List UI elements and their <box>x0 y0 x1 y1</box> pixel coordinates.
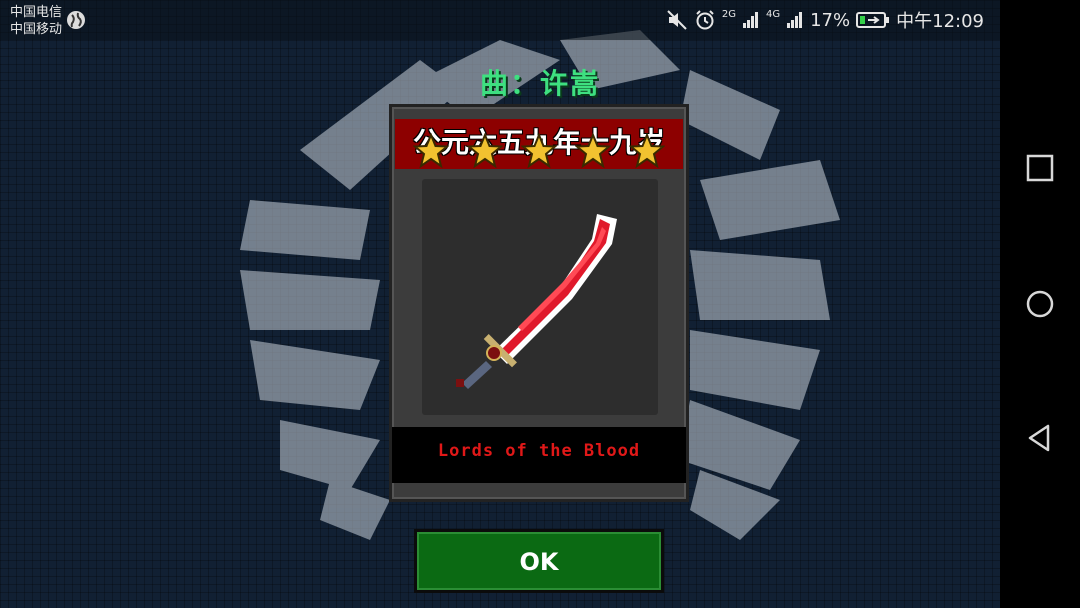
carrier-2: 中国移动 <box>10 22 63 37</box>
sword-icon <box>456 214 617 389</box>
star-icon <box>629 133 665 169</box>
clock: 中午12:09 <box>896 11 984 32</box>
star-icon <box>467 133 503 169</box>
status-bar: 中国电信 中国移动 2G 4G 17% 中午12:09 <box>0 0 1000 40</box>
network-type-1: 2G <box>721 8 736 20</box>
signal-icon-1 <box>742 12 758 28</box>
star-icon <box>521 133 557 169</box>
mute-icon <box>667 10 687 30</box>
square-icon[interactable] <box>1024 152 1056 184</box>
battery-percent: 17% <box>810 9 851 31</box>
ok-button[interactable]: OK <box>414 529 664 593</box>
music-credit: 曲：许嵩 <box>479 67 600 100</box>
globe-icon <box>67 11 85 29</box>
carrier-info: 中国电信 中国移动 <box>10 4 62 38</box>
item-dialog: 公元六五九年十九岁 Lords of the Blood <box>389 104 689 502</box>
signal-icon-2 <box>787 12 803 28</box>
item-frame <box>422 179 658 415</box>
ok-button-label: OK <box>519 548 559 576</box>
battery-charging-icon <box>856 12 890 28</box>
item-name: Lords of the Blood <box>437 441 641 461</box>
network-type-2: 4G <box>765 8 781 20</box>
star-icon <box>575 133 611 169</box>
carrier-1: 中国电信 <box>10 5 63 20</box>
star-icon <box>413 133 449 169</box>
alarm-icon <box>696 10 714 30</box>
navigation-bar <box>1000 0 1080 608</box>
status-icons: 2G 4G 17% 中午12:09 <box>666 8 984 32</box>
item-name-band: Lords of the Blood <box>392 427 686 483</box>
triangle-back-icon[interactable] <box>1024 422 1056 454</box>
title-band: 公元六五九年十九岁 <box>395 119 683 169</box>
rating-stars <box>413 133 673 169</box>
circle-icon[interactable] <box>1024 288 1056 320</box>
